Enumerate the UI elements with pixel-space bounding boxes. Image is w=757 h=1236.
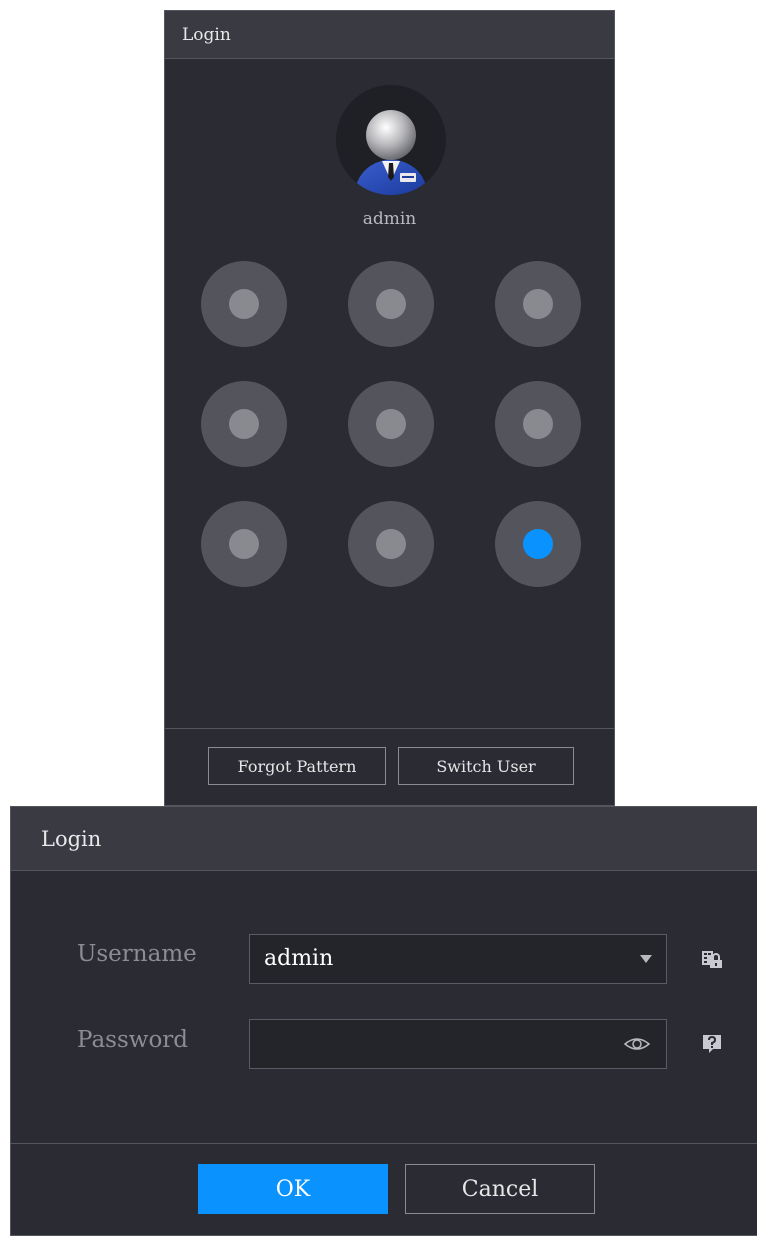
pattern-dot <box>376 529 406 559</box>
pattern-dot <box>229 409 259 439</box>
username-value: admin <box>264 946 334 971</box>
password-input[interactable] <box>249 1019 667 1069</box>
dialog-footer: Forgot Pattern Switch User <box>165 728 614 805</box>
pattern-dot <box>523 289 553 319</box>
forgot-pattern-button[interactable]: Forgot Pattern <box>208 747 386 785</box>
ok-button[interactable]: OK <box>198 1164 388 1214</box>
pattern-dot <box>229 289 259 319</box>
pattern-node-6[interactable] <box>495 381 581 467</box>
pattern-login-dialog: Login admin Forgot Pattern Switch User <box>164 10 615 806</box>
user-avatar-icon <box>336 85 446 195</box>
dialog-title: Login <box>11 807 757 871</box>
keyboard-lock-icon[interactable] <box>701 948 723 970</box>
eye-icon[interactable] <box>624 1035 650 1053</box>
pattern-node-7[interactable] <box>201 501 287 587</box>
pattern-node-4[interactable] <box>201 381 287 467</box>
pattern-dot <box>523 529 553 559</box>
password-label: Password <box>77 1027 189 1053</box>
cancel-button[interactable]: Cancel <box>405 1164 595 1214</box>
switch-user-button[interactable]: Switch User <box>398 747 574 785</box>
pattern-node-2[interactable] <box>348 261 434 347</box>
pattern-node-3[interactable] <box>495 261 581 347</box>
pattern-dot <box>376 289 406 319</box>
dialog-title: Login <box>165 11 614 59</box>
chevron-down-icon[interactable] <box>640 955 652 963</box>
pattern-node-8[interactable] <box>348 501 434 587</box>
username-label: Username <box>77 941 197 967</box>
dialog-footer: OK Cancel <box>11 1143 757 1235</box>
username-select[interactable]: admin <box>249 934 667 984</box>
help-icon[interactable] <box>701 1033 723 1055</box>
unlock-pattern-grid[interactable] <box>201 261 581 587</box>
pattern-dot <box>229 529 259 559</box>
password-login-dialog: Login Username admin Password OK Cancel <box>10 806 757 1236</box>
pattern-node-1[interactable] <box>201 261 287 347</box>
pattern-dot <box>523 409 553 439</box>
pattern-node-9[interactable] <box>495 501 581 587</box>
pattern-dot <box>376 409 406 439</box>
pattern-node-5[interactable] <box>348 381 434 467</box>
current-user-name: admin <box>362 209 417 229</box>
